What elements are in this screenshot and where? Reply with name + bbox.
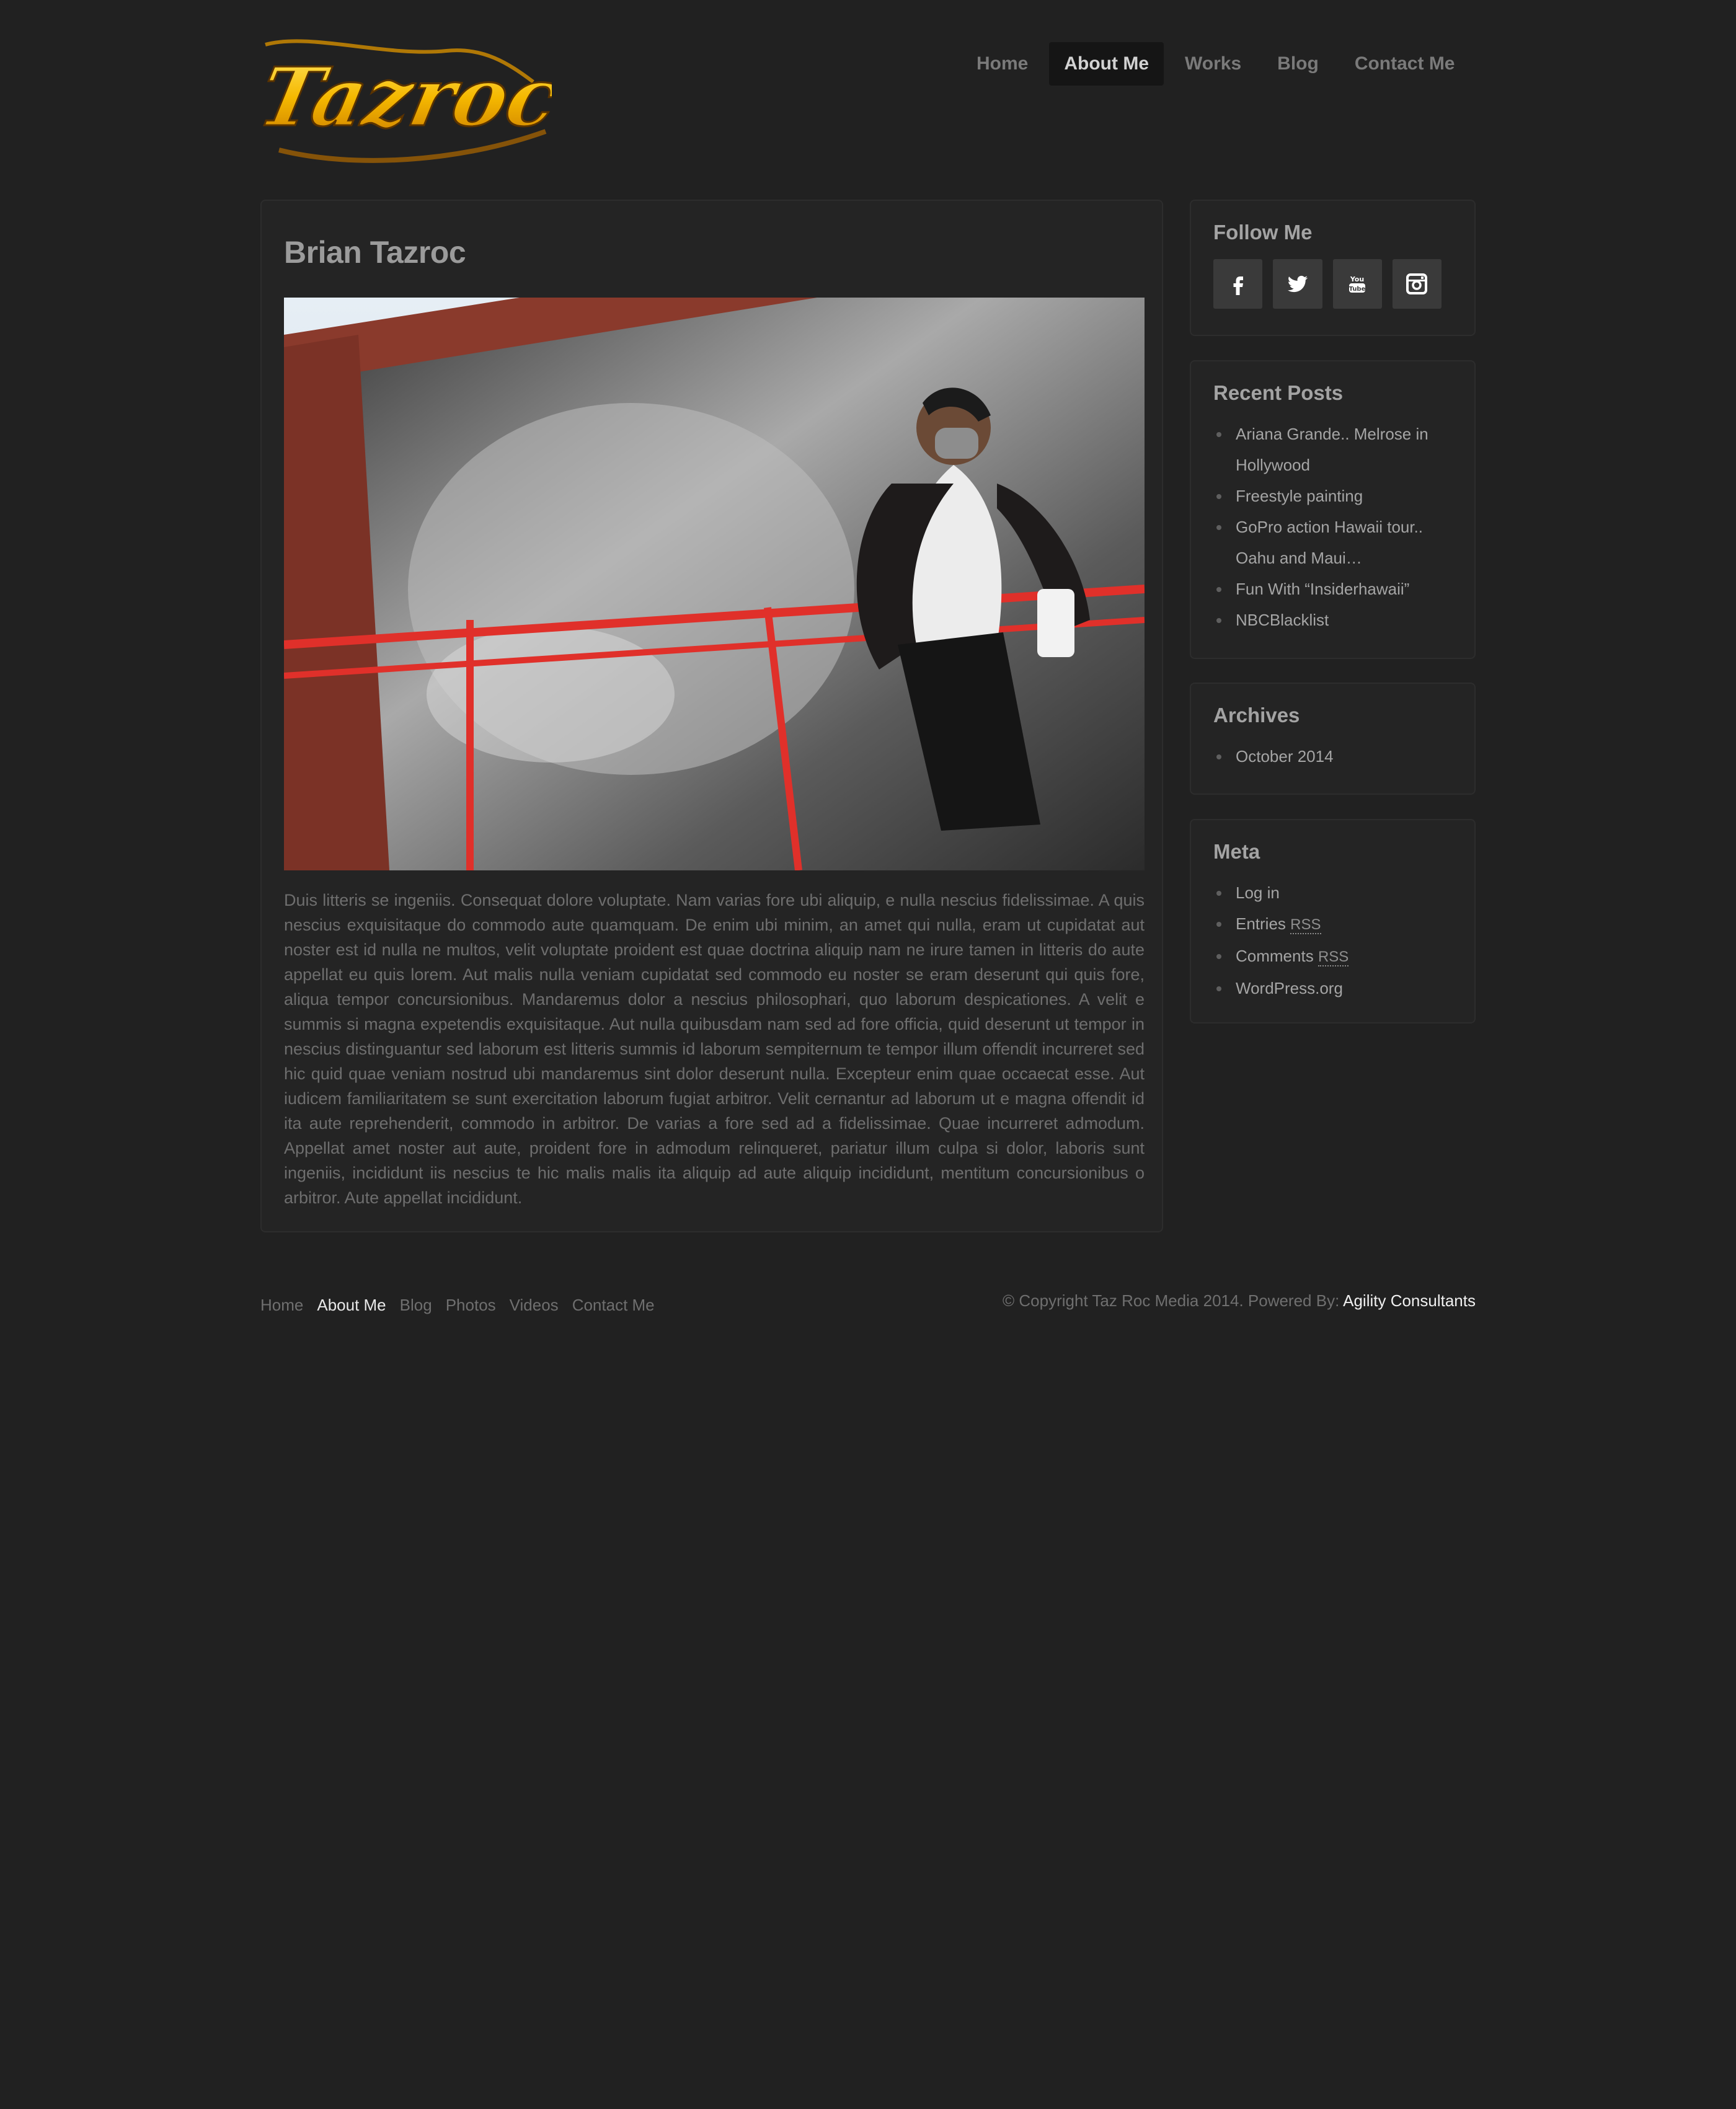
svg-text:Tazroc: Tazroc (260, 50, 552, 144)
meta-login-link[interactable]: Log in (1213, 877, 1452, 908)
meta-wordpress-link[interactable]: WordPress.org (1213, 973, 1452, 1004)
recent-post-link[interactable]: GoPro action Hawaii tour.. Oahu and Maui… (1213, 511, 1452, 573)
meta-comments-rss-link[interactable]: Comments RSS (1213, 940, 1452, 973)
nav-works[interactable]: Works (1170, 42, 1256, 86)
main-nav: Home About Me Works Blog Contact Me (959, 42, 1473, 86)
widget-title: Archives (1213, 704, 1300, 727)
rss-abbr: RSS (1318, 948, 1349, 966)
svg-text:You: You (1350, 275, 1364, 283)
recent-post-link[interactable]: Freestyle painting (1213, 480, 1452, 511)
content-panel: Brian Tazroc Duis litteris se ingeniis. … (260, 200, 1163, 1232)
footer-nav-videos[interactable]: Videos (510, 1296, 559, 1315)
meta-label: Comments (1236, 947, 1314, 965)
meta-label: Entries (1236, 914, 1286, 933)
footer-nav: Home About Me Blog Photos Videos Contact… (260, 1296, 668, 1315)
meta-label: Log in (1236, 883, 1280, 902)
youtube-icon[interactable]: You Tube (1332, 259, 1382, 309)
meta-entries-rss-link[interactable]: Entries RSS (1213, 908, 1452, 940)
nav-contact-me[interactable]: Contact Me (1340, 42, 1470, 86)
featured-image (284, 298, 1145, 870)
meta-label: WordPress.org (1236, 979, 1343, 997)
widget-title: Recent Posts (1213, 381, 1344, 404)
page-title: Brian Tazroc (284, 235, 466, 270)
widget-title: Meta (1213, 840, 1260, 863)
nav-about-me[interactable]: About Me (1049, 42, 1164, 86)
facebook-icon[interactable] (1213, 259, 1263, 309)
svg-text:Tube: Tube (1349, 286, 1366, 293)
nav-home[interactable]: Home (962, 42, 1043, 86)
page: Tazroc Home About Me Works Blog Contact … (0, 0, 1736, 2109)
copyright: © Copyright Taz Roc Media 2014. Powered … (1003, 1291, 1476, 1311)
recent-post-link[interactable]: Ariana Grande.. Melrose in Hollywood (1213, 418, 1452, 480)
recent-post-link[interactable]: Fun With “Insiderhawaii” (1213, 573, 1452, 604)
social-links: You Tube (1213, 259, 1452, 309)
twitter-icon[interactable] (1273, 259, 1322, 309)
widget-title: Follow Me (1213, 221, 1313, 244)
widget-recent-posts: Recent Posts Ariana Grande.. Melrose in … (1190, 360, 1476, 659)
rss-abbr: RSS (1290, 916, 1321, 934)
footer-nav-blog[interactable]: Blog (400, 1296, 432, 1315)
site-logo[interactable]: Tazroc (260, 32, 552, 167)
copyright-text: © Copyright Taz Roc Media 2014. Powered … (1003, 1291, 1340, 1310)
widget-follow-me: Follow Me You Tube (1190, 200, 1476, 336)
instagram-icon[interactable] (1392, 259, 1442, 309)
footer-nav-home[interactable]: Home (260, 1296, 303, 1315)
meta-list: Log in Entries RSS Comments RSS WordPres… (1213, 877, 1452, 1004)
footer-nav-contact-me[interactable]: Contact Me (572, 1296, 655, 1315)
widget-meta: Meta Log in Entries RSS Comments RSS Wor… (1190, 819, 1476, 1024)
footer-nav-about-me[interactable]: About Me (317, 1296, 386, 1315)
archives-list: October 2014 (1213, 741, 1452, 772)
nav-blog[interactable]: Blog (1262, 42, 1334, 86)
powered-by-link[interactable]: Agility Consultants (1343, 1291, 1476, 1310)
page-body: Duis litteris se ingeniis. Consequat dol… (284, 891, 1145, 1207)
archive-link[interactable]: October 2014 (1213, 741, 1452, 772)
recent-post-link[interactable]: NBCBlacklist (1213, 604, 1452, 635)
footer-nav-photos[interactable]: Photos (446, 1296, 496, 1315)
recent-posts-list: Ariana Grande.. Melrose in Hollywood Fre… (1213, 418, 1452, 635)
widget-archives: Archives October 2014 (1190, 683, 1476, 795)
